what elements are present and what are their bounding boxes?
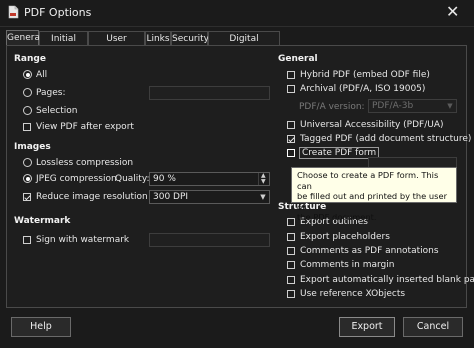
export-outlines-checkbox[interactable] [287, 218, 295, 226]
jpeg-compression-radio[interactable] [23, 174, 32, 183]
range-all-radio[interactable] [23, 70, 32, 79]
quality-label: Quality: [115, 174, 150, 184]
title-bar: PDF Options ✕ [0, 0, 474, 27]
range-selection-radio[interactable] [23, 106, 32, 115]
pdfa-version-dropdown[interactable]: PDF/A-3b ▼ [368, 99, 457, 113]
export-button[interactable]: Export [339, 317, 395, 337]
archival-checkbox[interactable] [287, 85, 295, 93]
tooltip-line: the PDF document. [297, 212, 377, 222]
tab-security[interactable]: Security [171, 31, 209, 46]
tab-links[interactable]: Links [145, 31, 171, 46]
reduce-resolution-checkbox[interactable] [23, 193, 31, 201]
sign-with-watermark-label: Sign with watermark [36, 235, 130, 245]
watermark-text-input[interactable] [149, 233, 270, 247]
export-blank-pages-checkbox[interactable] [287, 276, 295, 284]
use-reference-xobjects-label: Use reference XObjects [300, 289, 406, 299]
spin-down-icon[interactable]: ▼ [261, 179, 266, 185]
lossless-compression-label: Lossless compression [36, 158, 134, 168]
pages-input[interactable] [149, 86, 270, 100]
help-button[interactable]: Help [11, 317, 71, 337]
tagged-pdf-checkbox[interactable] [287, 135, 295, 143]
lossless-compression-radio[interactable] [23, 158, 32, 167]
comments-as-annotations-label: Comments as PDF annotations [300, 246, 439, 256]
range-pages-label: Pages: [36, 88, 66, 98]
use-reference-xobjects-checkbox[interactable] [287, 290, 295, 298]
quality-value: 90 % [153, 174, 176, 184]
comments-as-annotations-checkbox[interactable] [287, 247, 295, 255]
range-pages-radio[interactable] [23, 88, 32, 97]
comments-in-margin-label: Comments in margin [300, 260, 395, 270]
tagged-pdf-label: Tagged PDF (add document structure) [300, 134, 472, 144]
cancel-button[interactable]: Cancel [403, 317, 463, 337]
view-pdf-after-export-label: View PDF after export [36, 122, 134, 132]
quality-spinbox[interactable]: 90 % ▲ ▼ [149, 172, 270, 186]
sign-with-watermark-checkbox[interactable] [23, 236, 31, 244]
export-blank-pages-label: Export automatically inserted blank page… [300, 275, 474, 285]
close-icon[interactable]: ✕ [446, 4, 459, 20]
universal-accessibility-checkbox[interactable] [287, 121, 295, 129]
view-pdf-after-export-checkbox[interactable] [23, 123, 31, 131]
pdf-document-icon [8, 5, 19, 19]
chevron-down-icon[interactable]: ▼ [259, 193, 267, 201]
range-section-title: Range [14, 54, 46, 64]
tab-user-interface[interactable]: User Interface [88, 31, 145, 58]
watermark-section-title: Watermark [14, 216, 71, 226]
hybrid-pdf-label: Hybrid PDF (embed ODF file) [300, 70, 430, 80]
general-section-title: General [278, 54, 318, 64]
tab-digital-signatures[interactable]: Digital Signatures [208, 31, 280, 58]
create-pdf-form-tooltip: Choose to create a PDF form. This can be… [291, 167, 457, 222]
window-title: PDF Options [24, 6, 92, 19]
images-section-title: Images [14, 142, 51, 152]
range-all-label: All [36, 70, 48, 80]
comments-in-margin-checkbox[interactable] [287, 261, 295, 269]
tooltip-line: Choose to create a PDF form. This can [297, 170, 439, 191]
universal-accessibility-label: Universal Accessibility (PDF/UA) [300, 120, 444, 130]
hybrid-pdf-checkbox[interactable] [287, 71, 295, 79]
reduce-resolution-label: Reduce image resolution to: [36, 192, 163, 202]
resolution-dropdown[interactable]: 300 DPI ▼ [149, 190, 270, 204]
jpeg-compression-label: JPEG compression [36, 174, 117, 184]
pdfa-version-label: PDF/A version: [299, 102, 365, 112]
archival-label: Archival (PDF/A, ISO 19005) [300, 84, 426, 94]
tooltip-line: be filled out and printed by the user of [297, 191, 447, 212]
resolution-value: 300 DPI [153, 192, 189, 202]
tab-initial-view[interactable]: Initial View [39, 31, 88, 58]
chevron-down-icon[interactable]: ▼ [446, 102, 454, 110]
range-selection-label: Selection [36, 106, 78, 116]
quality-spin-buttons[interactable]: ▲ ▼ [258, 173, 269, 185]
export-placeholders-checkbox[interactable] [287, 233, 295, 241]
pdfa-version-value: PDF/A-3b [372, 101, 414, 111]
create-pdf-form-checkbox[interactable] [287, 149, 295, 157]
export-placeholders-label: Export placeholders [300, 232, 390, 242]
